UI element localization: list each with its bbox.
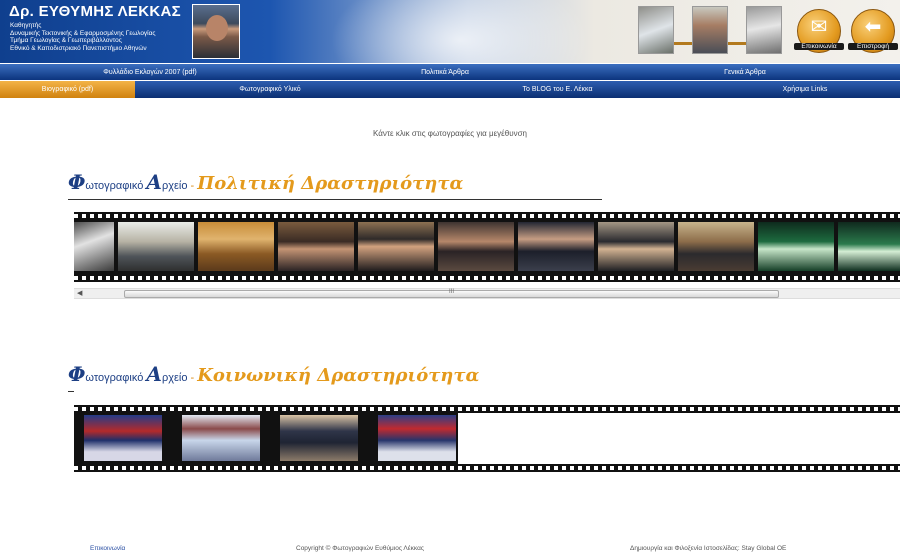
page-footer: Επικοινωνία Copyright © Φωτογραφιών Ευθύ…	[0, 545, 900, 553]
footer-contact-link[interactable]: Επικοινωνία	[90, 545, 125, 552]
strip-horizontal-scrollbar[interactable]: ◀ III	[74, 288, 900, 299]
nav-link-political-articles[interactable]: Πολιτικά Άρθρα	[300, 64, 590, 80]
film-perforations	[74, 407, 900, 411]
gallery-photo[interactable]	[182, 415, 260, 461]
title-part: ρχείο	[161, 372, 188, 384]
gallery-photo[interactable]	[74, 222, 114, 271]
site-header: Δρ. ΕΥΘΥΜΗΣ ΛΕΚΚΑΣ Καθηγητής Δυναμικής Τ…	[0, 0, 900, 63]
scrollbar-grip: III	[448, 289, 454, 295]
section-underline	[68, 199, 602, 200]
film-perforations	[74, 214, 900, 218]
owner-portrait	[192, 4, 240, 59]
film-perforations	[74, 276, 900, 280]
section-underline	[68, 391, 74, 392]
title-part: ωτογραφικό	[85, 180, 147, 192]
owner-title-line: Τμήμα Γεωλογίας & Γεωπεριβάλλοντος	[10, 37, 122, 44]
gallery-photo[interactable]	[358, 222, 434, 271]
empty-strip-area	[458, 413, 900, 464]
header-swoosh	[330, 0, 590, 63]
top-nav-bar: Φυλλάδιο Εκλογών 2007 (pdf) Πολιτικά Άρθ…	[0, 64, 900, 80]
title-separator: -	[187, 180, 198, 192]
title-part: ωτογραφικό	[85, 372, 147, 384]
gallery-photo[interactable]	[598, 222, 674, 271]
thumbnail-connector	[728, 42, 746, 45]
nav-link-election-leaflet[interactable]: Φυλλάδιο Εκλογών 2007 (pdf)	[0, 64, 300, 80]
gallery-photo[interactable]	[438, 222, 514, 271]
title-initial: Φ	[68, 362, 86, 386]
nav-link-cv[interactable]: Βιογραφικό (pdf)	[0, 81, 135, 98]
owner-title-line: Εθνικό & Καποδιστριακό Πανεπιστήμιο Αθην…	[10, 44, 147, 52]
title-highlight: Κοινωνική Δραστηριότητα	[197, 365, 480, 386]
gallery-photo[interactable]	[758, 222, 834, 271]
scrollbar-thumb[interactable]: III	[124, 289, 779, 298]
gallery-photo[interactable]	[118, 222, 194, 271]
back-button[interactable]: ⬅ Επιστροφή	[848, 9, 898, 53]
gallery-photo[interactable]	[518, 222, 594, 271]
arrow-left-icon: ⬅	[864, 16, 882, 38]
political-photo-strip	[74, 212, 900, 282]
owner-titles: Καθηγητής Δυναμικής Τεκτονικής & Εφαρμοσ…	[10, 22, 156, 52]
thumbnail-connector	[674, 42, 692, 45]
back-button-label: Επιστροφή	[848, 43, 898, 50]
header-thumbnail[interactable]	[638, 6, 674, 54]
contact-button-label: Επικοινωνία	[794, 43, 844, 50]
gallery-photo[interactable]	[278, 222, 354, 271]
title-separator: -	[187, 372, 198, 384]
gallery-instructions: Κάντε κλικ στις φωτογραφίες για μεγέθυνσ…	[373, 129, 527, 138]
contact-button[interactable]: ✉ Επικοινωνία	[794, 9, 844, 53]
footer-credit: Δημιουργία και Φιλοξενία Ιστοσελίδας: St…	[630, 545, 787, 552]
site-owner-name: Δρ. ΕΥΘΥΜΗΣ ΛΕΚΚΑΣ	[9, 3, 181, 20]
envelope-icon: ✉	[810, 16, 828, 38]
nav-link-general-articles[interactable]: Γενικά Άρθρα	[590, 64, 900, 80]
gallery-photo[interactable]	[838, 222, 900, 271]
section-title-political: Φωτογραφικό Αρχείο - Πολιτική Δραστηριότ…	[68, 170, 463, 194]
title-initial: Α	[146, 362, 162, 386]
header-thumbnail[interactable]	[692, 6, 728, 54]
secondary-nav-bar: Βιογραφικό (pdf) Φωτογραφικό Υλικό Το BL…	[0, 81, 900, 98]
title-part: ρχείο	[161, 180, 188, 192]
gallery-photo[interactable]	[84, 415, 162, 461]
film-perforations	[74, 466, 900, 470]
title-initial: Φ	[68, 170, 86, 194]
section-title-social: Φωτογραφικό Αρχείο - Κοινωνική Δραστηριό…	[68, 362, 479, 386]
gallery-photo[interactable]	[280, 415, 358, 461]
nav-link-useful-links[interactable]: Χρήσιμα Links	[710, 81, 900, 98]
gallery-photo[interactable]	[198, 222, 274, 271]
title-initial: Α	[146, 170, 162, 194]
owner-title-line: Καθηγητής	[10, 22, 42, 29]
header-thumbnail[interactable]	[746, 6, 782, 54]
gallery-photo[interactable]	[678, 222, 754, 271]
title-highlight: Πολιτική Δραστηριότητα	[197, 173, 464, 194]
gallery-photo[interactable]	[378, 415, 456, 461]
scroll-left-arrow-icon[interactable]: ◀	[77, 289, 82, 298]
social-photo-strip	[74, 405, 900, 472]
footer-copyright: Copyright © Φωτογραφιών Ευθύμιος Λέκκας	[296, 545, 424, 552]
nav-link-blog[interactable]: Το BLOG του Ε. Λέκκα	[405, 81, 710, 98]
nav-link-photos[interactable]: Φωτογραφικό Υλικό	[135, 81, 405, 98]
owner-title-line: Δυναμικής Τεκτονικής & Εφαρμοσμένης Γεωλ…	[10, 29, 156, 37]
